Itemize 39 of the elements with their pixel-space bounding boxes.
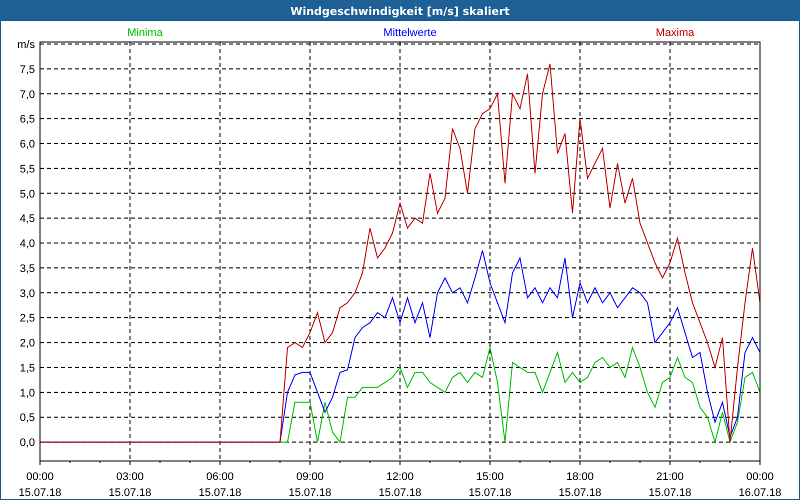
y-axis-label: 1,5 xyxy=(20,362,35,374)
y-axis-label: 3,0 xyxy=(20,288,35,300)
x-axis-date-label: 16.07.18 xyxy=(738,487,782,499)
legend-label: Mittelwerte xyxy=(383,27,437,39)
x-axis-date-label: 15.07.18 xyxy=(648,487,692,499)
x-axis-date-label: 15.07.18 xyxy=(558,487,602,499)
x-axis-label: 12:00 xyxy=(386,471,414,483)
y-axis-label: 3,5 xyxy=(20,262,35,275)
x-axis-label: 00:00 xyxy=(26,471,54,483)
y-axis-label: 6,0 xyxy=(20,138,35,151)
y-axis-label: 4,0 xyxy=(20,238,35,250)
y-axis-label: 5,0 xyxy=(20,188,35,200)
y-axis-label: 5,5 xyxy=(20,163,35,176)
legend-label: Minima xyxy=(127,27,163,39)
x-axis-label: 15:00 xyxy=(476,471,504,483)
x-axis-label: 09:00 xyxy=(296,471,324,483)
y-axis-label: 0,0 xyxy=(20,437,35,450)
y-axis-label: 4,5 xyxy=(20,213,35,226)
x-axis-label: 18:00 xyxy=(566,471,594,483)
x-axis-date-label: 15.07.18 xyxy=(288,487,332,499)
x-axis-date-label: 15.07.18 xyxy=(378,487,422,499)
x-axis-date-label: 15.07.18 xyxy=(18,487,62,499)
x-axis-label: 06:00 xyxy=(206,471,234,483)
y-axis-label: 7,5 xyxy=(20,64,35,76)
y-axis-label: 2,5 xyxy=(20,312,35,325)
x-axis-label: 21:00 xyxy=(656,471,684,483)
y-axis-label: m/s xyxy=(17,39,35,51)
y-axis-label: 6,5 xyxy=(20,114,35,126)
x-axis-date-label: 15.07.18 xyxy=(468,487,512,499)
y-axis-label: 0,5 xyxy=(20,412,35,424)
y-axis-label: 7,0 xyxy=(20,88,35,101)
x-axis-label: 03:00 xyxy=(116,471,144,483)
x-axis-label: 00:00 xyxy=(746,471,774,483)
window-title: Windgeschwindigkeit [m/s] skaliert xyxy=(1,1,799,21)
y-axis-label: 2,0 xyxy=(20,338,35,350)
x-axis-date-label: 15.07.18 xyxy=(108,487,152,499)
legend-label: Maxima xyxy=(656,27,694,39)
y-axis-label: 1,0 xyxy=(20,387,35,400)
x-axis-date-label: 15.07.18 xyxy=(198,487,242,499)
